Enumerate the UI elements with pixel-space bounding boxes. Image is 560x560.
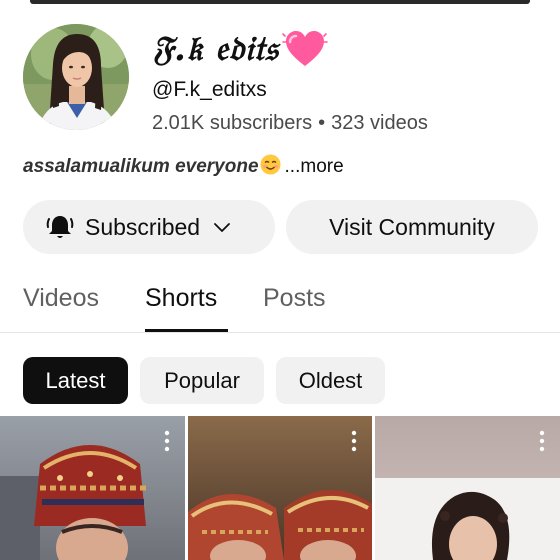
channel-avatar[interactable] xyxy=(23,24,129,130)
short-thumbnail[interactable] xyxy=(0,416,185,560)
tab-videos[interactable]: Videos xyxy=(23,284,99,313)
kebab-menu-icon[interactable] xyxy=(538,430,546,452)
subscribed-button[interactable]: Subscribed xyxy=(23,200,275,254)
short-thumbnail-image xyxy=(375,416,560,560)
channel-description[interactable]: assalamualikum everyone ...more xyxy=(23,154,344,178)
channel-name: 𝔉.𝔨 𝔢𝔡𝔦𝔱𝔰 xyxy=(152,24,328,74)
stats-separator: • xyxy=(318,112,326,134)
description-text: assalamualikum everyone xyxy=(23,156,259,177)
subscribed-label: Subscribed xyxy=(85,213,201,240)
more-link[interactable]: ...more xyxy=(285,156,344,177)
tabs-divider xyxy=(0,332,560,333)
channel-handle: @F.k_editxs xyxy=(152,78,267,101)
chevron-down-icon xyxy=(214,223,230,232)
channel-name-text: 𝔉.𝔨 𝔢𝔡𝔦𝔱𝔰 xyxy=(152,29,278,69)
short-thumbnail[interactable] xyxy=(188,416,372,560)
short-thumbnail-image xyxy=(0,416,185,560)
chip-oldest[interactable]: Oldest xyxy=(276,357,385,404)
visit-community-label: Visit Community xyxy=(329,213,495,240)
channel-stats: 2.01K subscribers • 323 videos xyxy=(152,112,428,135)
tab-posts[interactable]: Posts xyxy=(263,284,326,313)
channel-page: 𝔉.𝔨 𝔢𝔡𝔦𝔱𝔰 @F.k_editxs 2.01K subscribers •… xyxy=(0,0,560,560)
sparkling-heart-icon xyxy=(282,31,328,66)
avatar-image xyxy=(23,24,129,130)
bell-icon xyxy=(46,216,74,238)
smiling-face-icon xyxy=(260,154,281,175)
visit-community-button[interactable]: Visit Community xyxy=(286,200,538,254)
tab-shorts[interactable]: Shorts xyxy=(145,284,217,313)
chip-popular[interactable]: Popular xyxy=(140,357,264,404)
short-thumbnail-image xyxy=(188,416,372,560)
subscriber-count: 2.01K subscribers xyxy=(152,112,313,134)
kebab-menu-icon[interactable] xyxy=(350,430,358,452)
channel-banner xyxy=(30,0,530,4)
chip-latest[interactable]: Latest xyxy=(23,357,128,404)
kebab-menu-icon[interactable] xyxy=(163,430,171,452)
short-thumbnail[interactable] xyxy=(375,416,560,560)
video-count: 323 videos xyxy=(331,112,428,134)
